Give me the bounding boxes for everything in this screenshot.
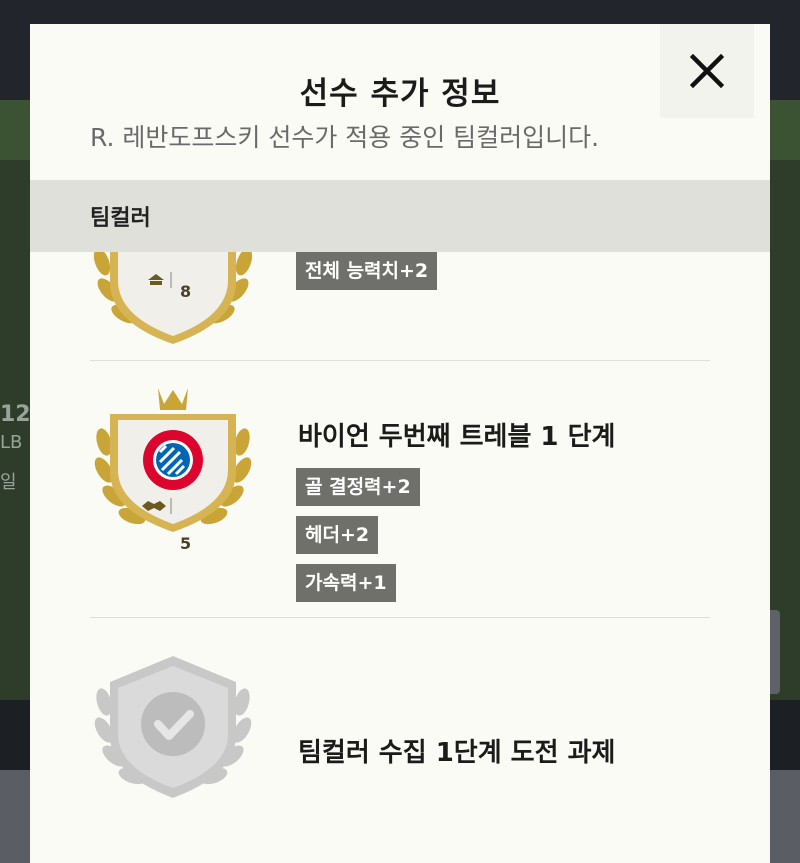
player-info-modal: 선수 추가 정보 R. 레반도프스키 선수가 적용 중인 팀컬러입니다. 8 전… [30,24,770,863]
stat-tag: 전체 능력치+2 [296,252,438,290]
stat-tag: 가속력+1 [296,564,396,602]
background-number: 12 [0,402,31,427]
section-header: 팀컬러 [30,180,770,252]
modal-subtitle: R. 레반도프스키 선수가 적용 중인 팀컬러입니다. [90,123,600,152]
divider [90,360,710,361]
stat-tag: 골 결정력+2 [296,468,420,506]
close-icon [690,54,724,88]
crown-icon [158,388,188,410]
section-header-label: 팀컬러 [90,206,151,231]
background-position: LB [0,432,23,453]
team-color-title: 바이언 두번째 트레블 1 단계 [298,422,616,452]
close-button[interactable] [660,24,754,118]
team-color-badge-locked [94,656,252,798]
team-color-badge [94,388,252,532]
club-logo-icon [143,430,203,490]
team-color-title: 팀컬러 수집 1단계 도전 과제 [298,738,616,768]
team-color-badge [93,252,253,344]
stat-tag: 헤더+2 [296,516,379,554]
divider [90,617,710,618]
background-label: 일 [0,472,17,493]
modal-title: 선수 추가 정보 [299,76,501,112]
badge-level: 8 [180,282,192,301]
team-color-list[interactable]: 8 전체 능력치+2 5 바이언 두번째 트레블 1 단계 골 결정력+2 헤더… [30,252,770,863]
check-icon [141,692,205,756]
badge-level: 5 [180,534,192,553]
